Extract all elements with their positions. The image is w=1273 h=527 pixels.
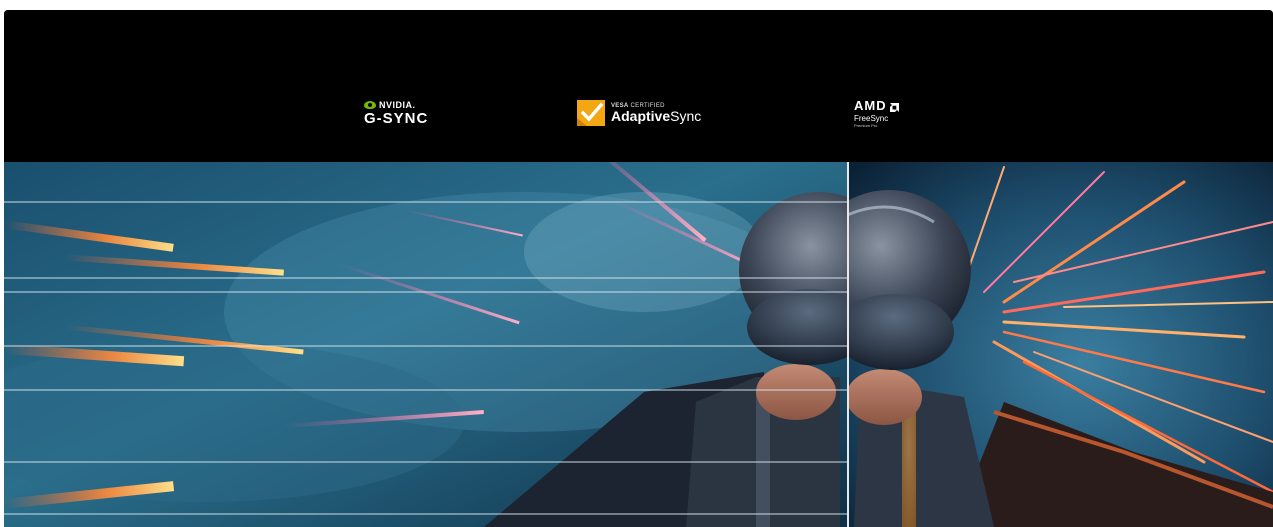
vesa-checkmark-badge-icon (577, 100, 605, 126)
amd-freesync-logo: AMD FreeSync Premium Pro (854, 98, 899, 128)
amd-arrow-icon (889, 101, 899, 112)
comparison-banner: NVIDIA. G-SYNC VESA CERTIFIED AdaptiveSy… (4, 10, 1273, 527)
freesync-label: FreeSync (854, 114, 889, 123)
gsync-label: G-SYNC (364, 110, 429, 127)
logo-bar: NVIDIA. G-SYNC VESA CERTIFIED AdaptiveSy… (4, 10, 1273, 162)
adaptivesync-label: AdaptiveSync (611, 107, 702, 124)
nvidia-label: NVIDIA. (379, 100, 416, 110)
nvidia-gsync-logo: NVIDIA. G-SYNC (364, 100, 428, 126)
pilot-comparison-image (4, 162, 1273, 527)
nvidia-eye-icon (364, 101, 376, 109)
vesa-adaptivesync-logo: VESA CERTIFIED AdaptiveSync (577, 100, 701, 126)
comparison-divider (847, 162, 849, 527)
premium-pro-label: Premium Pro (854, 123, 878, 128)
amd-label: AMD (854, 98, 887, 113)
